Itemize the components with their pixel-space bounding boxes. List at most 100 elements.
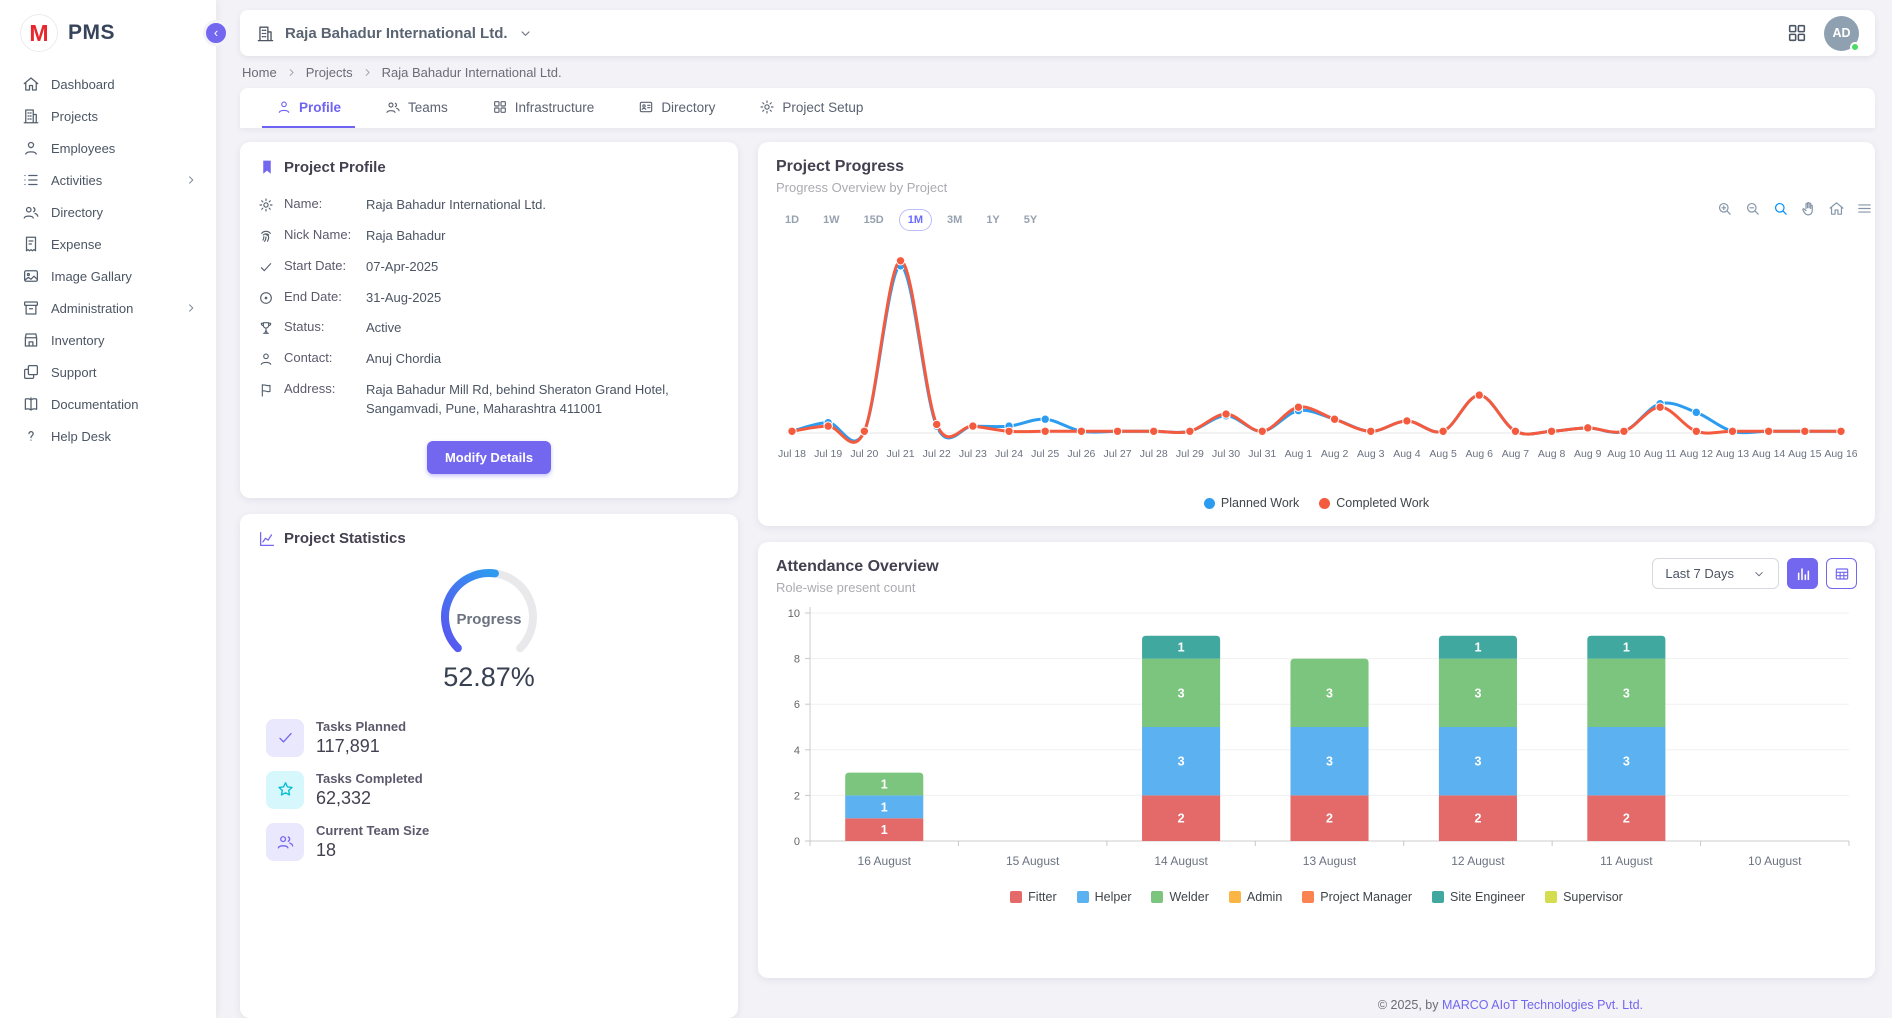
sidebar-item-activities[interactable]: Activities: [0, 164, 216, 196]
chart-view-button[interactable]: [1787, 558, 1818, 589]
line-chart[interactable]: Jul 18Jul 19Jul 20Jul 21Jul 22Jul 23Jul …: [776, 233, 1857, 491]
sidebar-item-projects[interactable]: Projects: [0, 100, 216, 132]
field-label: Start Date:: [284, 258, 356, 273]
sidebar-item-label: Expense: [51, 237, 102, 252]
breadcrumb-projects[interactable]: Projects: [306, 65, 353, 80]
stat-value: 18: [316, 840, 429, 861]
attendance-overview-card: Attendance Overview Role-wise present co…: [758, 542, 1875, 978]
legend-label: Site Engineer: [1450, 890, 1525, 904]
profile-fields: Name:Raja Bahadur International Ltd.Nick…: [258, 190, 720, 425]
y-axis-label: 0: [794, 836, 800, 848]
tab-teams[interactable]: Teams: [371, 88, 462, 128]
tab-infrastructure[interactable]: Infrastructure: [478, 88, 609, 128]
company-switcher[interactable]: Raja Bahadur International Ltd.: [256, 24, 533, 43]
help-icon: [22, 427, 40, 445]
field-value: Raja Bahadur: [366, 227, 446, 246]
sidebar-item-expense[interactable]: Expense: [0, 228, 216, 260]
bar-value-label: 3: [1326, 755, 1333, 769]
sidebar-item-employees[interactable]: Employees: [0, 132, 216, 164]
y-axis-label: 10: [788, 608, 800, 620]
check-icon: [276, 728, 295, 747]
gear-icon: [258, 197, 274, 213]
tab-profile[interactable]: Profile: [262, 88, 355, 128]
legend-project-manager[interactable]: Project Manager: [1302, 890, 1412, 904]
bar-value-label: 2: [1474, 812, 1481, 826]
legend-completed-work[interactable]: Completed Work: [1319, 496, 1429, 510]
bar-value-label: 3: [1178, 686, 1185, 700]
check-icon-box: [266, 719, 304, 757]
sidebar-item-label: Administration: [51, 301, 133, 316]
content: Project Profile Name:Raja Bahadur Intern…: [240, 142, 1875, 1018]
sidebar-item-directory[interactable]: Directory: [0, 196, 216, 228]
tab-label: Teams: [408, 100, 448, 115]
legend-label: Supervisor: [1563, 890, 1623, 904]
bar-value-label: 3: [1326, 686, 1333, 700]
topbar-right: AD: [1786, 16, 1859, 51]
x-axis-label: Jul 23: [959, 448, 987, 460]
range-button-1d[interactable]: 1D: [776, 209, 808, 231]
sidebar-item-label: Activities: [51, 173, 102, 188]
sidebar-item-administration[interactable]: Administration: [0, 292, 216, 324]
statistics-card-title: Project Statistics: [284, 530, 406, 547]
home-icon[interactable]: [1828, 200, 1845, 217]
sidebar-item-label: Employees: [51, 141, 115, 156]
legend-supervisor[interactable]: Supervisor: [1545, 890, 1623, 904]
legend-welder[interactable]: Welder: [1151, 890, 1208, 904]
bar-value-label: 2: [1326, 812, 1333, 826]
brand-name: PMS: [68, 21, 115, 45]
legend-admin[interactable]: Admin: [1229, 890, 1282, 904]
stat-value: 62,332: [316, 788, 423, 809]
legend-fitter[interactable]: Fitter: [1010, 890, 1056, 904]
modify-details-button[interactable]: Modify Details: [427, 441, 551, 474]
range-button-15d[interactable]: 15D: [855, 209, 893, 231]
magnifier-icon[interactable]: [1772, 200, 1789, 217]
receipt-icon: [22, 235, 40, 253]
range-button-3m[interactable]: 3M: [938, 209, 971, 231]
zoom-in-icon[interactable]: [1716, 200, 1733, 217]
sidebar-item-label: Help Desk: [51, 429, 111, 444]
legend-marker: [1010, 891, 1022, 903]
breadcrumb-home[interactable]: Home: [242, 65, 277, 80]
chart-line-icon: [258, 530, 276, 548]
legend-planned-work[interactable]: Planned Work: [1204, 496, 1299, 510]
stacked-bar-chart[interactable]: 024681011116 August15 August233114 Augus…: [776, 603, 1857, 885]
x-axis-label: Aug 6: [1466, 448, 1494, 460]
left-column: Project Profile Name:Raja Bahadur Intern…: [240, 142, 738, 1018]
home-icon: [22, 75, 40, 93]
attendance-subtitle: Role-wise present count: [776, 580, 939, 595]
tab-project-setup[interactable]: Project Setup: [745, 88, 877, 128]
menu-icon[interactable]: [1856, 200, 1873, 217]
legend-marker: [1302, 891, 1314, 903]
sidebar-item-dashboard[interactable]: Dashboard: [0, 68, 216, 100]
apps-grid-button[interactable]: [1786, 22, 1808, 44]
sidebar-item-support[interactable]: Support: [0, 356, 216, 388]
sidebar-item-help-desk[interactable]: Help Desk: [0, 420, 216, 452]
profile-field-end-date: End Date:31-Aug-2025: [258, 283, 720, 314]
field-label: Contact:: [284, 350, 356, 365]
sidebar-item-image-gallary[interactable]: Image Gallary: [0, 260, 216, 292]
range-button-1y[interactable]: 1Y: [977, 209, 1008, 231]
footer-link[interactable]: MARCO AIoT Technologies Pvt. Ltd.: [1442, 998, 1643, 1012]
legend-site-engineer[interactable]: Site Engineer: [1432, 890, 1525, 904]
attendance-range-select[interactable]: Last 7 Days: [1652, 558, 1779, 589]
range-button-5y[interactable]: 5Y: [1015, 209, 1046, 231]
attendance-range-value: Last 7 Days: [1665, 566, 1734, 581]
range-button-1m[interactable]: 1M: [899, 209, 932, 231]
sidebar-item-inventory[interactable]: Inventory: [0, 324, 216, 356]
tab-label: Profile: [299, 100, 341, 115]
brand-logo[interactable]: M PMS: [0, 0, 216, 68]
sidebar-item-label: Dashboard: [51, 77, 115, 92]
zoom-out-icon[interactable]: [1744, 200, 1761, 217]
legend-helper[interactable]: Helper: [1077, 890, 1132, 904]
x-axis-label: Jul 19: [814, 448, 842, 460]
sidebar-collapse-button[interactable]: ‹: [203, 20, 229, 46]
range-button-1w[interactable]: 1W: [814, 209, 849, 231]
sidebar-item-documentation[interactable]: Documentation: [0, 388, 216, 420]
legend-marker: [1204, 498, 1215, 509]
tab-directory[interactable]: Directory: [624, 88, 729, 128]
user-avatar[interactable]: AD: [1824, 16, 1859, 51]
x-axis-label: Aug 9: [1574, 448, 1602, 460]
hand-icon[interactable]: [1800, 200, 1817, 217]
breadcrumb: HomeProjectsRaja Bahadur International L…: [240, 56, 1875, 88]
table-view-button[interactable]: [1826, 558, 1857, 589]
